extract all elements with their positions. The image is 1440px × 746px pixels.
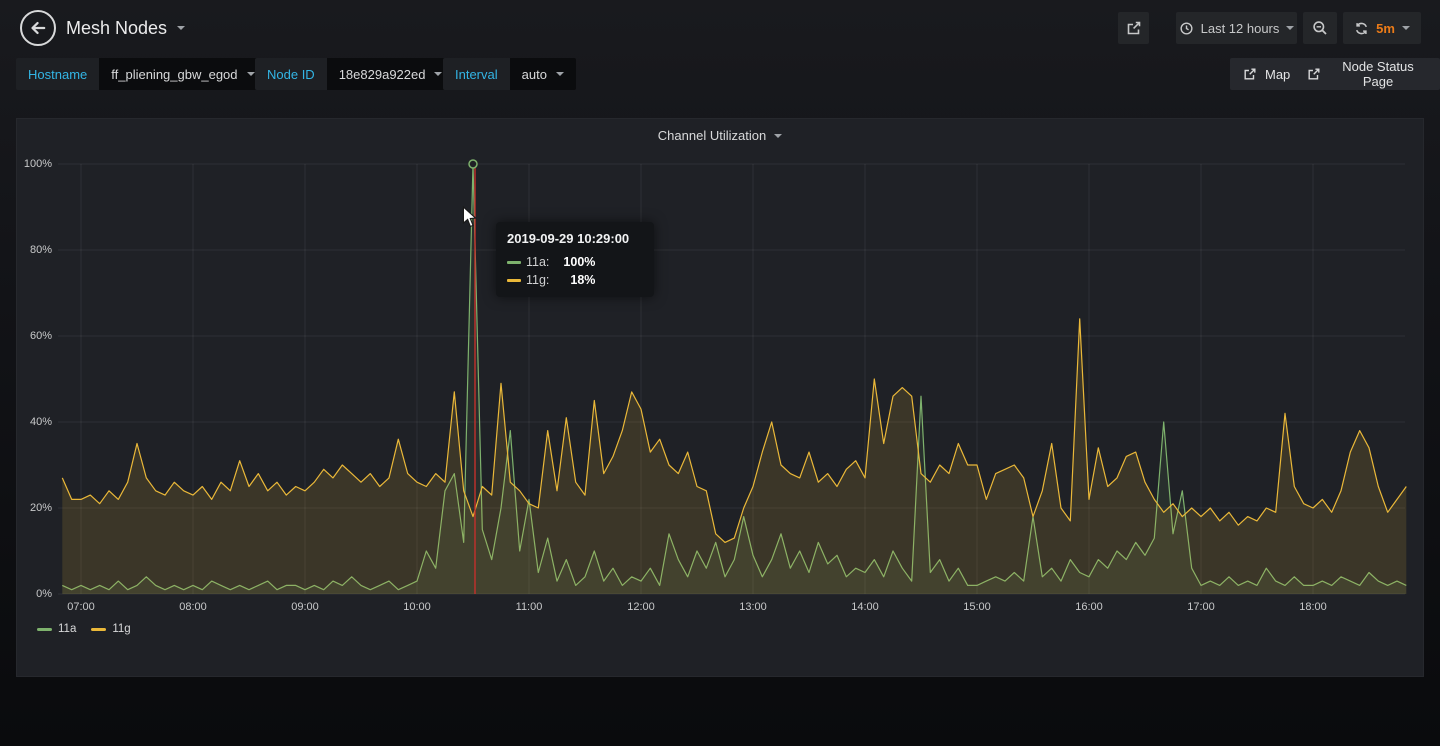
back-button[interactable] xyxy=(20,10,56,46)
chevron-down-icon xyxy=(434,72,442,76)
time-picker-button[interactable]: Last 12 hours xyxy=(1176,12,1297,44)
y-axis-label: 0% xyxy=(17,587,52,601)
x-axis-label: 09:00 xyxy=(291,601,319,613)
x-axis-label: 11:00 xyxy=(516,601,543,613)
tooltip-series-label: 11a: xyxy=(526,255,549,269)
series-11g-fill xyxy=(62,319,1406,594)
legend-dash-icon xyxy=(37,628,52,631)
tooltip-timestamp: 2019-09-29 10:29:00 xyxy=(507,231,642,246)
chevron-down-icon xyxy=(177,26,185,30)
variable-hostname-value: ff_pliening_gbw_egod xyxy=(111,67,237,82)
panel-title[interactable]: Channel Utilization xyxy=(17,126,1423,145)
variable-interval-select[interactable]: auto xyxy=(510,58,576,90)
tooltip-row-11g: 11g: 18% xyxy=(507,271,642,289)
x-axis-label: 17:00 xyxy=(1187,601,1215,613)
map-link-button[interactable]: Map xyxy=(1230,58,1303,90)
variable-interval-label: Interval xyxy=(443,58,510,90)
variable-hostname-select[interactable]: ff_pliening_gbw_egod xyxy=(99,58,266,90)
refresh-icon xyxy=(1354,21,1369,36)
time-range-label: Last 12 hours xyxy=(1201,21,1280,36)
chevron-down-icon xyxy=(774,134,782,138)
legend-dash-icon xyxy=(91,628,106,631)
panel-title-label: Channel Utilization xyxy=(658,128,766,143)
dashboard-title-label: Mesh Nodes xyxy=(66,18,167,39)
y-axis-label: 40% xyxy=(17,415,52,429)
share-button[interactable] xyxy=(1118,12,1149,44)
channel-utilization-chart[interactable] xyxy=(58,164,1405,594)
node-status-page-link-label: Node Status Page xyxy=(1329,59,1427,89)
dashboard-title[interactable]: Mesh Nodes xyxy=(66,0,185,56)
y-axis-label: 80% xyxy=(17,243,52,257)
chevron-down-icon xyxy=(247,72,255,76)
share-icon xyxy=(1126,20,1142,36)
chevron-down-icon xyxy=(1286,26,1294,30)
tooltip-row-11a: 11a: 100% xyxy=(507,253,642,271)
variable-hostname-label: Hostname xyxy=(16,58,99,90)
legend-label: 11a xyxy=(58,623,76,635)
variable-hostname: Hostname ff_pliening_gbw_egod xyxy=(16,58,267,90)
legend: 11a 11g xyxy=(37,623,131,635)
x-axis-label: 10:00 xyxy=(403,601,431,613)
tooltip-series-value: 100% xyxy=(557,255,595,269)
panel-channel-utilization: Channel Utilization 0% 20% 40% 60% 80% 100% 0… xyxy=(16,118,1424,677)
x-axis-label: 12:00 xyxy=(627,601,655,613)
external-link-icon xyxy=(1307,67,1321,81)
refresh-interval-label: 5m xyxy=(1376,21,1395,36)
legend-item-11g[interactable]: 11g xyxy=(91,623,130,635)
chevron-down-icon xyxy=(1402,26,1410,30)
magnifier-minus-icon xyxy=(1312,20,1328,36)
series-color-dash-icon xyxy=(507,261,521,264)
tooltip-series-value: 18% xyxy=(557,273,595,287)
zoom-out-button[interactable] xyxy=(1303,12,1337,44)
variable-interval-value: auto xyxy=(522,67,547,82)
map-link-label: Map xyxy=(1265,67,1290,82)
hover-point-marker xyxy=(469,160,477,168)
y-axis-label: 20% xyxy=(17,501,52,515)
variable-nodeid-value: 18e829a922ed xyxy=(339,67,426,82)
node-status-page-link-button[interactable]: Node Status Page xyxy=(1294,58,1440,90)
clock-icon xyxy=(1179,21,1194,36)
y-axis-label: 60% xyxy=(17,329,52,343)
x-axis-label: 08:00 xyxy=(179,601,207,613)
variable-nodeid: Node ID 18e829a922ed xyxy=(255,58,454,90)
y-axis-label: 100% xyxy=(17,157,52,171)
external-link-icon xyxy=(1243,67,1257,81)
arrow-left-icon xyxy=(29,19,47,37)
graph-tooltip: 2019-09-29 10:29:00 11a: 100% 11g: 18% xyxy=(496,222,654,297)
x-axis-label: 15:00 xyxy=(963,601,991,613)
variable-nodeid-select[interactable]: 18e829a922ed xyxy=(327,58,455,90)
x-axis-label: 07:00 xyxy=(67,601,95,613)
refresh-button[interactable]: 5m xyxy=(1343,12,1421,44)
x-axis-label: 14:00 xyxy=(851,601,879,613)
legend-label: 11g xyxy=(112,623,130,635)
x-axis-label: 16:00 xyxy=(1075,601,1103,613)
series-color-dash-icon xyxy=(507,279,521,282)
variable-interval: Interval auto xyxy=(443,58,576,90)
legend-item-11a[interactable]: 11a xyxy=(37,623,76,635)
x-axis-label: 13:00 xyxy=(739,601,767,613)
variable-nodeid-label: Node ID xyxy=(255,58,327,90)
x-axis-label: 18:00 xyxy=(1299,601,1327,613)
chevron-down-icon xyxy=(556,72,564,76)
grafana-dashboard: { "nav": { "title": "Mesh Nodes", "time_… xyxy=(0,0,1440,746)
tooltip-series-label: 11g: xyxy=(526,273,549,287)
